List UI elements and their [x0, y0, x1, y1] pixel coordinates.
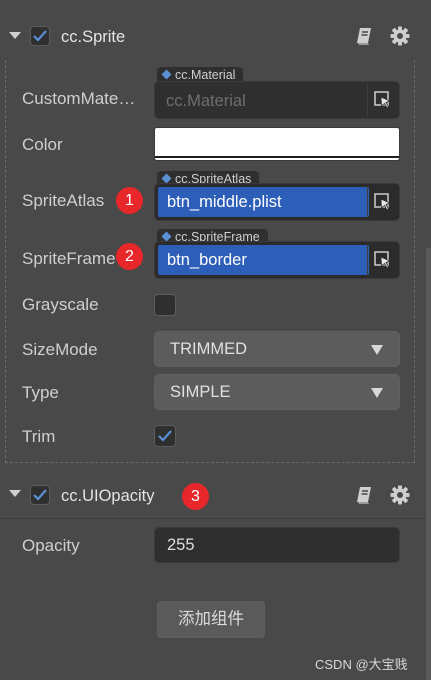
ui-opacity-component-header: cc.UIOpacity 3: [0, 477, 431, 513]
custom-material-value: cc.Material: [166, 92, 246, 110]
book-icon[interactable]: [354, 26, 376, 48]
opacity-value: 255: [167, 536, 195, 554]
alpha-bar: [155, 156, 399, 158]
opacity-input[interactable]: 255: [154, 527, 400, 563]
trim-label: Trim: [22, 427, 56, 446]
check-icon: [158, 430, 172, 442]
sprite-atlas-selected-asset: btn_middle.plist: [158, 187, 369, 217]
sprite-frame-label: SpriteFrame: [22, 249, 116, 268]
sprite-component-title: cc.Sprite: [61, 28, 126, 46]
annotation-badge-1: 1: [116, 187, 143, 214]
sprite-frame-selected-asset: btn_border: [158, 245, 369, 275]
dropdown-arrow-icon: [371, 345, 383, 355]
asset-type-icon: [161, 173, 172, 184]
size-mode-value: TRIMMED: [170, 340, 247, 358]
asset-picker-icon[interactable]: [367, 244, 397, 276]
ui-opacity-component-title: cc.UIOpacity: [61, 487, 155, 505]
size-mode-label: SizeMode: [22, 340, 98, 359]
sprite-atlas-field[interactable]: btn_middle.plist: [154, 183, 400, 221]
sprite-component-header: cc.Sprite: [0, 19, 431, 55]
gear-icon[interactable]: [389, 484, 411, 506]
type-value: SIMPLE: [170, 383, 231, 401]
sprite-enabled-checkbox[interactable]: [30, 26, 50, 46]
color-swatch[interactable]: [154, 127, 400, 161]
grayscale-checkbox[interactable]: [154, 294, 176, 316]
custom-material-field[interactable]: cc.Material: [154, 81, 400, 119]
type-select[interactable]: SIMPLE: [154, 374, 400, 410]
type-label: Type: [22, 383, 59, 402]
custom-material-label: CustomMate…: [22, 89, 136, 108]
sprite-frame-field[interactable]: btn_border: [154, 241, 400, 279]
sprite-atlas-label: SpriteAtlas: [22, 191, 105, 210]
scrollbar[interactable]: [426, 248, 431, 680]
gear-icon[interactable]: [389, 25, 411, 47]
dropdown-arrow-icon: [371, 388, 383, 398]
color-label: Color: [22, 135, 63, 154]
check-icon: [33, 489, 47, 501]
caret-down-icon[interactable]: [9, 32, 21, 39]
check-icon: [33, 30, 47, 42]
asset-picker-icon[interactable]: [367, 186, 397, 218]
annotation-badge-3: 3: [182, 483, 209, 510]
opacity-label: Opacity: [22, 536, 80, 555]
asset-picker-icon[interactable]: [367, 84, 397, 116]
header-divider: [0, 518, 431, 519]
book-icon[interactable]: [354, 485, 376, 507]
watermark-text: CSDN @大宝贱: [315, 657, 408, 672]
annotation-badge-2: 2: [116, 243, 143, 270]
size-mode-select[interactable]: TRIMMED: [154, 331, 400, 367]
asset-type-icon: [161, 231, 172, 242]
asset-type-icon: [161, 69, 172, 80]
grayscale-label: Grayscale: [22, 295, 99, 314]
caret-down-icon[interactable]: [9, 490, 21, 497]
trim-checkbox[interactable]: [154, 425, 176, 447]
add-component-button[interactable]: 添加组件: [157, 601, 265, 638]
ui-opacity-enabled-checkbox[interactable]: [30, 485, 50, 505]
